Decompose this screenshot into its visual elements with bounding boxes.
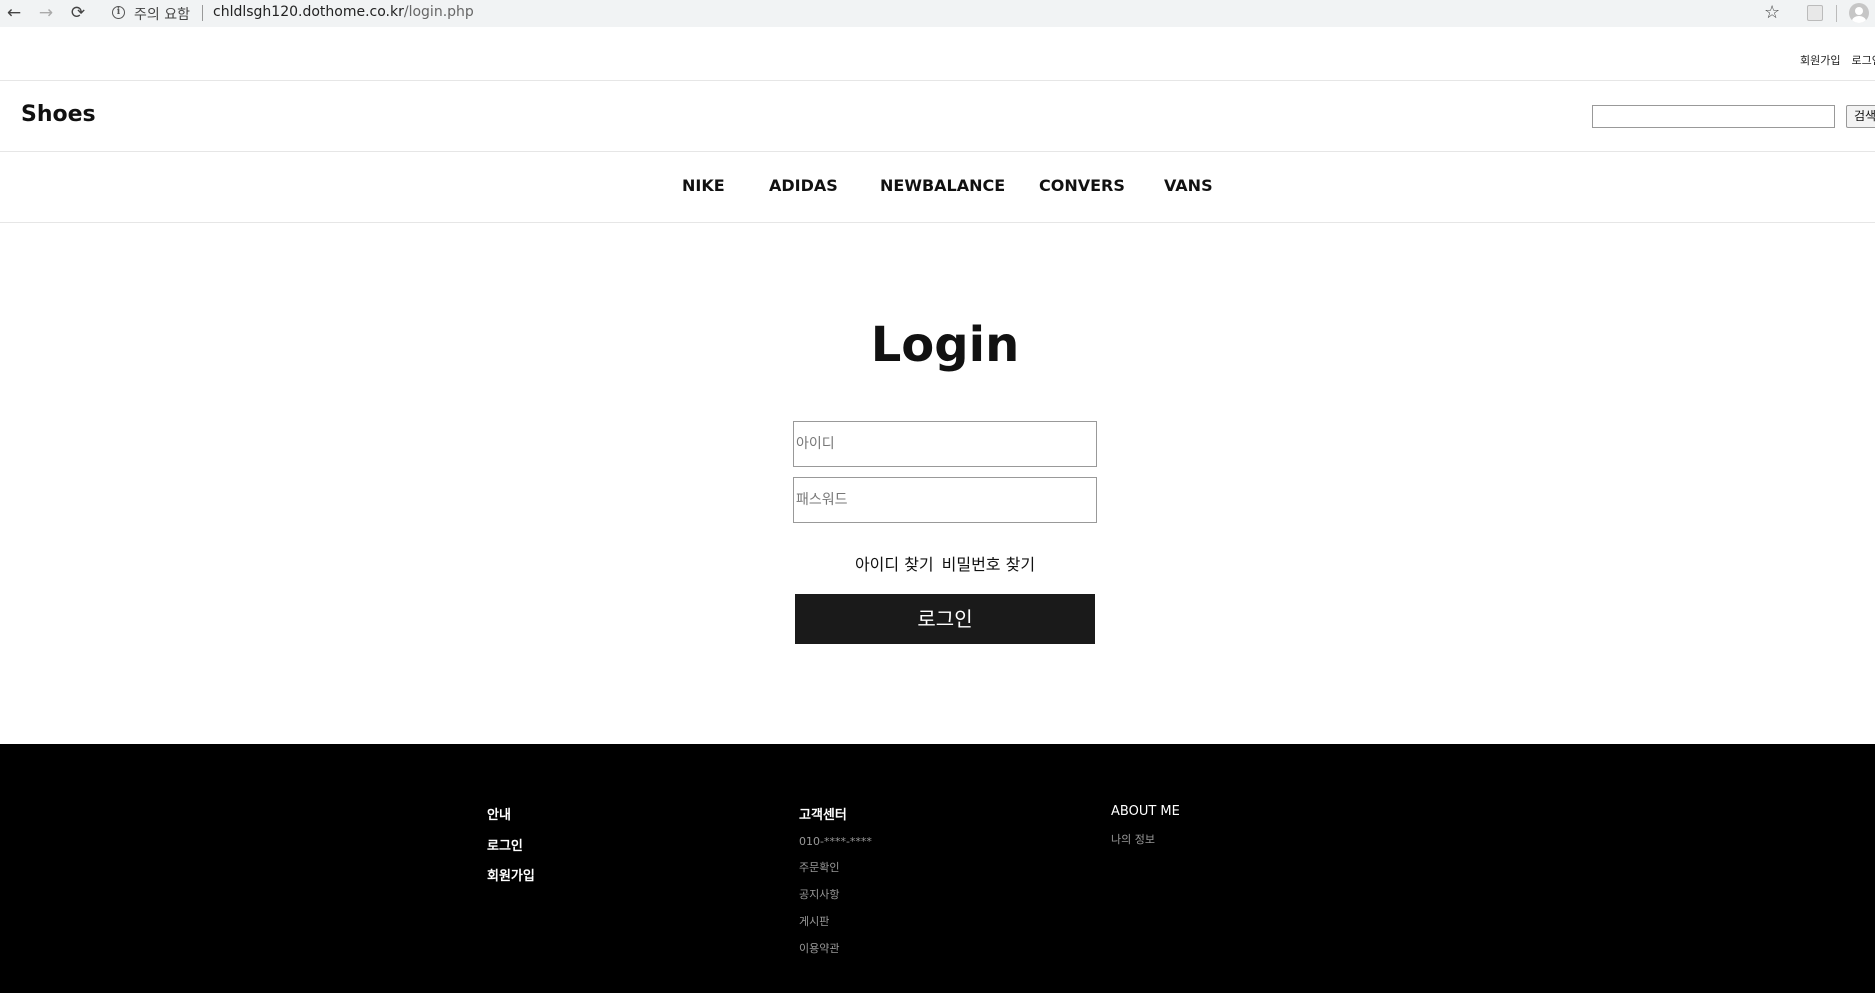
footer-column-info: 안내 로그인 회원가입 (487, 804, 535, 895)
login-link[interactable]: 로그인 (1851, 54, 1875, 67)
account-help-links: 아이디 찾기 비밀번호 찾기 (0, 551, 1875, 575)
url-path: /login.php (403, 4, 474, 20)
footer-phone: 010-****-**** (799, 835, 872, 848)
profile-icon[interactable] (1849, 3, 1869, 23)
footer-column-support: 고객센터 010-****-**** 주문확인 공지사항 게시판 이용약관 (799, 804, 872, 967)
url-host: chldlsgh120.dothome.co.kr (213, 4, 404, 20)
find-password-link[interactable]: 비밀번호 찾기 (942, 555, 1035, 574)
category-nav: NIKE ADIDAS NEWBALANCE CONVERS VANS (0, 152, 1875, 223)
category-convers[interactable]: CONVERS (1039, 176, 1125, 195)
footer-terms-link[interactable]: 이용약관 (799, 940, 872, 956)
star-icon[interactable]: ☆ (1764, 2, 1780, 23)
address-separator (202, 5, 203, 21)
top-links: 회원가입 로그인 (1800, 52, 1875, 68)
footer-order-check-link[interactable]: 주문확인 (799, 859, 872, 875)
browser-toolbar: ← → ⟳ i 주의 요함 chldlsgh120.dothome.co.kr/… (0, 0, 1875, 27)
back-arrow-icon[interactable]: ← (4, 3, 24, 23)
id-field[interactable]: 아이디 (793, 421, 1097, 467)
footer-heading-info: 안내 (487, 808, 511, 823)
url-text[interactable]: chldlsgh120.dothome.co.kr/login.php (213, 4, 474, 20)
footer-signup-link[interactable]: 회원가입 (487, 865, 535, 884)
category-vans[interactable]: VANS (1164, 176, 1213, 195)
site-header: Shoes 검색 (0, 81, 1875, 152)
signup-link[interactable]: 회원가입 (1800, 54, 1840, 67)
forward-arrow-icon[interactable]: → (36, 3, 56, 23)
security-label[interactable]: 주의 요함 (134, 4, 190, 24)
footer-my-info-link[interactable]: 나의 정보 (1111, 831, 1180, 847)
login-button[interactable]: 로그인 (795, 594, 1095, 644)
footer-notice-link[interactable]: 공지사항 (799, 886, 872, 902)
site-footer: 안내 로그인 회원가입 고객센터 010-****-**** 주문확인 공지사항… (0, 744, 1875, 993)
footer-heading-about: ABOUT ME (1111, 804, 1180, 819)
find-id-link[interactable]: 아이디 찾기 (855, 555, 934, 574)
top-utility-bar: 회원가입 로그인 (0, 28, 1875, 81)
info-icon[interactable]: i (112, 6, 125, 19)
toolbar-divider (1836, 5, 1837, 22)
search-input[interactable] (1592, 105, 1835, 128)
page-title: Login (870, 317, 1020, 373)
reload-icon[interactable]: ⟳ (68, 3, 88, 23)
site-logo[interactable]: Shoes (21, 102, 96, 127)
footer-login-link[interactable]: 로그인 (487, 835, 535, 854)
footer-board-link[interactable]: 게시판 (799, 913, 872, 929)
category-nike[interactable]: NIKE (682, 176, 725, 195)
password-field[interactable]: 패스워드 (793, 477, 1097, 523)
category-newbalance[interactable]: NEWBALANCE (880, 176, 1005, 195)
footer-heading-support: 고객센터 (799, 808, 847, 823)
search-button[interactable]: 검색 (1846, 105, 1875, 128)
extension-icon[interactable] (1807, 5, 1823, 21)
category-adidas[interactable]: ADIDAS (769, 176, 838, 195)
footer-column-about: ABOUT ME 나의 정보 (1111, 804, 1180, 858)
